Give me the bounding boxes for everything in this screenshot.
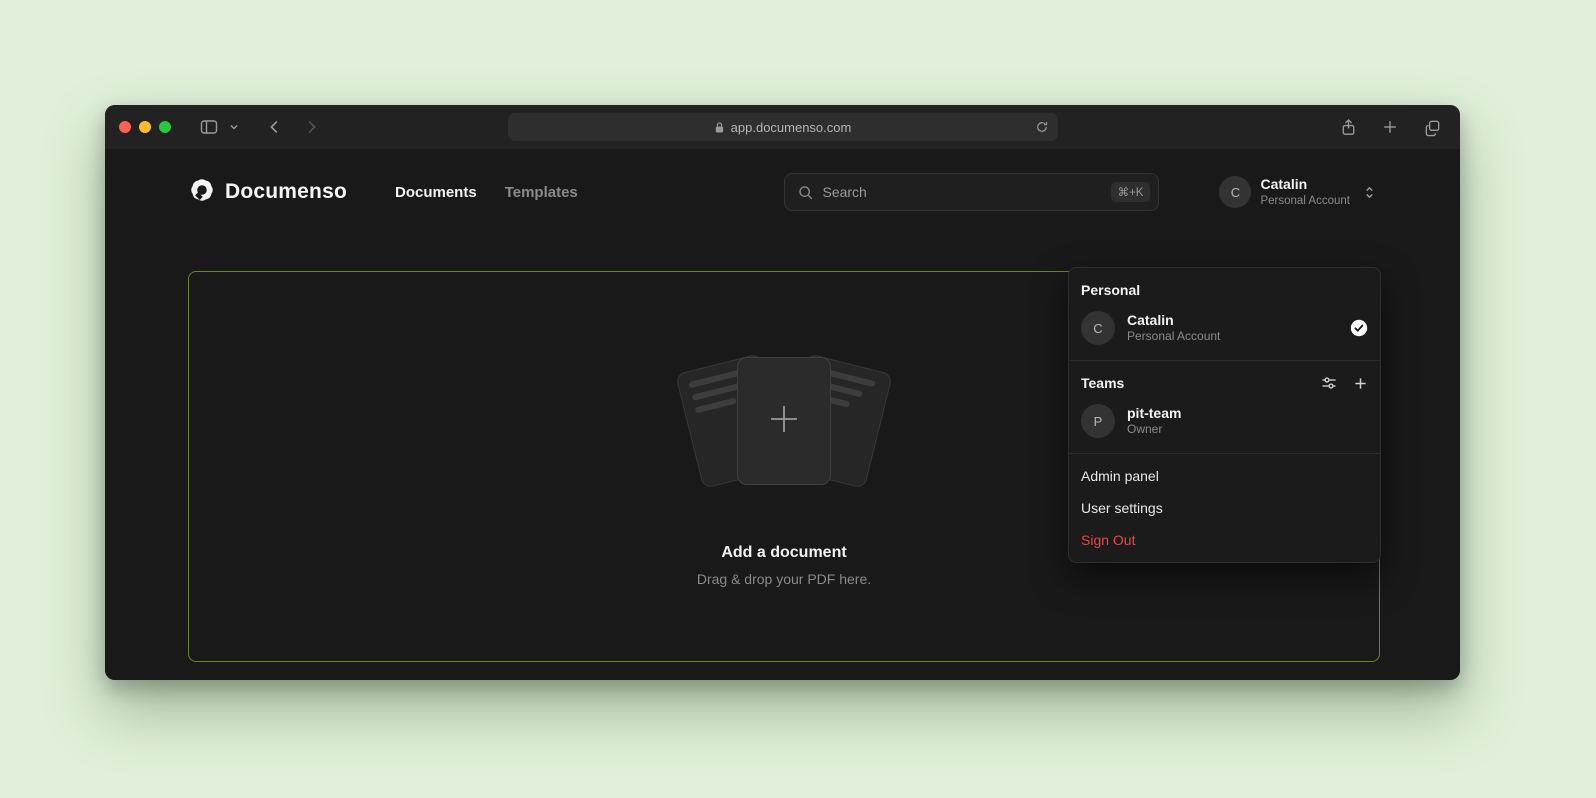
account-avatar: C [1219, 176, 1251, 208]
brand[interactable]: Documenso [189, 177, 347, 208]
plus-icon [765, 400, 803, 443]
search-bar[interactable]: ⌘+K [784, 173, 1159, 211]
account-name: Catalin [1260, 176, 1350, 194]
menu-personal-account[interactable]: C Catalin Personal Account [1069, 304, 1380, 354]
menu-item-sign-out[interactable]: Sign Out [1069, 524, 1380, 556]
app-header: Documenso Documents Templates ⌘+K C [105, 149, 1460, 212]
menu-personal-avatar: C [1081, 311, 1115, 345]
account-menu-button[interactable]: C Catalin Personal Account [1219, 176, 1376, 208]
menu-item-user-settings[interactable]: User settings [1069, 492, 1380, 524]
search-icon [797, 184, 814, 201]
document-stack-illustration [674, 346, 894, 496]
menu-team-pit-team[interactable]: P pit-team Owner [1069, 397, 1380, 447]
sidebar-chevron-icon[interactable] [225, 113, 243, 141]
menu-divider [1069, 453, 1380, 454]
dropzone-title: Add a document [721, 544, 846, 562]
browser-window: app.documenso.com [105, 105, 1460, 680]
close-button[interactable] [119, 121, 131, 133]
sidebar-controls [195, 113, 243, 141]
dropzone-subtitle: Drag & drop your PDF here. [697, 571, 871, 587]
nav-documents[interactable]: Documents [395, 184, 477, 201]
new-tab-button[interactable] [1376, 113, 1404, 141]
menu-personal-heading: Personal [1069, 274, 1380, 304]
menu-team-role: Owner [1127, 422, 1368, 438]
lock-icon [714, 121, 725, 134]
share-button[interactable] [1334, 113, 1362, 141]
main-nav: Documents Templates [395, 184, 578, 201]
menu-item-admin-panel[interactable]: Admin panel [1069, 460, 1380, 492]
back-button[interactable] [261, 113, 289, 141]
menu-team-avatar: P [1081, 404, 1115, 438]
tab-overview-button[interactable] [1418, 113, 1446, 141]
menu-teams-heading: Teams [1069, 367, 1380, 397]
address-bar-url: app.documenso.com [731, 120, 852, 135]
reload-button[interactable] [1032, 117, 1052, 137]
documenso-logo-icon [189, 177, 215, 208]
address-bar[interactable]: app.documenso.com [508, 113, 1058, 141]
documenso-app: Documenso Documents Templates ⌘+K C [105, 149, 1460, 680]
sidebar-toggle-button[interactable] [195, 113, 223, 141]
menu-personal-subtitle: Personal Account [1127, 329, 1338, 345]
traffic-lights [119, 121, 171, 133]
browser-toolbar: app.documenso.com [105, 105, 1460, 149]
account-dropdown-menu: Personal C Catalin Personal Account Team… [1068, 267, 1381, 563]
document-card-add [737, 357, 831, 485]
minimize-button[interactable] [139, 121, 151, 133]
menu-team-name: pit-team [1127, 404, 1368, 422]
toolbar-right-actions [1334, 113, 1446, 141]
brand-name: Documenso [225, 180, 347, 204]
menu-divider [1069, 360, 1380, 361]
manage-teams-icon[interactable] [1321, 375, 1337, 391]
history-nav [261, 113, 325, 141]
check-circle-icon [1350, 319, 1368, 337]
zoom-button[interactable] [159, 121, 171, 133]
add-team-icon[interactable] [1353, 376, 1368, 391]
account-subtitle: Personal Account [1260, 194, 1350, 208]
menu-personal-name: Catalin [1127, 311, 1338, 329]
forward-button[interactable] [297, 113, 325, 141]
search-shortcut-badge: ⌘+K [1111, 182, 1151, 202]
search-input[interactable] [822, 184, 1110, 200]
chevrons-up-down-icon [1363, 185, 1376, 200]
nav-templates[interactable]: Templates [505, 184, 578, 201]
